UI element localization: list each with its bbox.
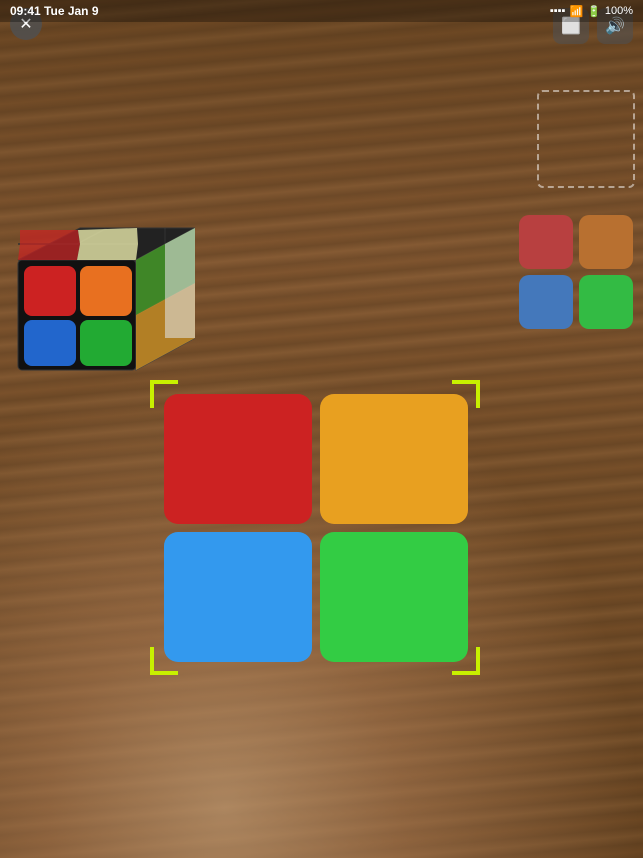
battery-percent: 100% bbox=[605, 5, 633, 17]
scan-corner-tr bbox=[452, 380, 480, 408]
cube-diagram bbox=[10, 220, 195, 375]
scan-corner-tl bbox=[150, 380, 178, 408]
battery-icon: 🔋 bbox=[587, 5, 601, 18]
status-icons: ▪▪▪▪ 📶 🔋 100% bbox=[550, 5, 633, 18]
wifi-icon: 📶 bbox=[569, 5, 583, 18]
stray-swatch-0-0[interactable] bbox=[519, 215, 573, 269]
stray-swatch-1-0[interactable] bbox=[519, 275, 573, 329]
stray-swatch-1-1[interactable] bbox=[579, 275, 633, 329]
stray-row-0 bbox=[519, 215, 633, 269]
scan-corner-bl bbox=[150, 647, 178, 675]
status-time: 09:41 Tue Jan 9 bbox=[10, 4, 99, 18]
stray-row-1 bbox=[519, 275, 633, 329]
stray-swatches bbox=[519, 215, 633, 329]
scan-corner-br bbox=[452, 647, 480, 675]
bottom-swatch-placeholder bbox=[537, 90, 635, 188]
stray-swatch-0-1[interactable] bbox=[579, 215, 633, 269]
scan-overlay bbox=[150, 380, 480, 675]
status-bar: 09:41 Tue Jan 9 ▪▪▪▪ 📶 🔋 100% bbox=[0, 0, 643, 22]
signal-icon: ▪▪▪▪ bbox=[550, 5, 566, 17]
